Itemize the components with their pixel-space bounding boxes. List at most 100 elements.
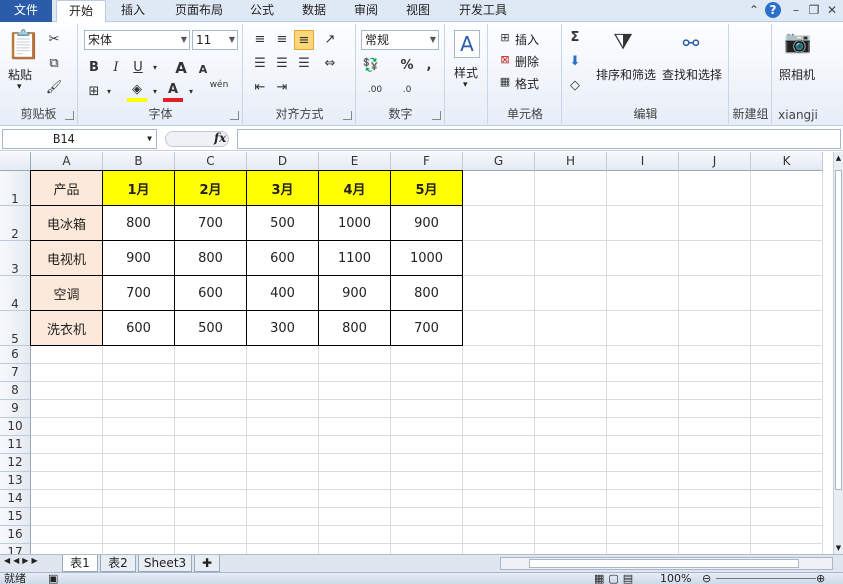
alignment-launcher-icon[interactable]	[343, 111, 352, 120]
row-header-1[interactable]: 1	[0, 171, 31, 206]
shrink-font-button[interactable]: A	[193, 60, 213, 80]
cell-d8[interactable]	[247, 382, 319, 400]
cell-h10[interactable]	[535, 418, 607, 436]
sheet-tab-1[interactable]: 表1	[62, 555, 98, 572]
copy-icon[interactable]: ⧉	[44, 54, 64, 74]
cell-i15[interactable]	[607, 508, 679, 526]
camera-button[interactable]: 照相机	[779, 66, 815, 83]
cell-i3[interactable]	[607, 241, 679, 276]
cell-j3[interactable]	[679, 241, 751, 276]
cell-k2[interactable]	[751, 206, 823, 241]
cell-j2[interactable]	[679, 206, 751, 241]
name-box[interactable]: B14 ▼	[2, 129, 157, 149]
cell-j9[interactable]	[679, 400, 751, 418]
macro-record-icon[interactable]: ▣	[48, 573, 58, 584]
borders-dropdown-icon[interactable]: ▾	[99, 82, 119, 102]
cell-b17[interactable]	[103, 544, 175, 554]
row-header-17[interactable]: 17	[0, 544, 31, 554]
vertical-scrollbar[interactable]: ▲ ▼	[833, 152, 843, 554]
cell-a11[interactable]	[31, 436, 103, 454]
cell-d7[interactable]	[247, 364, 319, 382]
tab-data[interactable]: 数据	[292, 0, 336, 22]
styles-button[interactable]: 样式	[454, 64, 478, 81]
font-color-icon[interactable]: A	[163, 80, 183, 102]
cell-k6[interactable]	[751, 346, 823, 364]
cell-d10[interactable]	[247, 418, 319, 436]
cell-b12[interactable]	[103, 454, 175, 472]
cell-d9[interactable]	[247, 400, 319, 418]
row-header-13[interactable]: 13	[0, 472, 31, 490]
cell-e15[interactable]	[319, 508, 391, 526]
cell-g14[interactable]	[463, 490, 535, 508]
cell-h5[interactable]	[535, 311, 607, 346]
cell-g2[interactable]	[463, 206, 535, 241]
cell-g1[interactable]	[463, 171, 535, 206]
cell-k13[interactable]	[751, 472, 823, 490]
orientation-icon[interactable]: ↗	[320, 30, 340, 50]
fill-icon[interactable]: ⬇	[565, 52, 585, 72]
cell-j11[interactable]	[679, 436, 751, 454]
cell-h13[interactable]	[535, 472, 607, 490]
cell-a4[interactable]: 空调	[30, 275, 103, 311]
cell-g15[interactable]	[463, 508, 535, 526]
cell-g8[interactable]	[463, 382, 535, 400]
column-header-g[interactable]: G	[463, 152, 535, 171]
cell-f13[interactable]	[391, 472, 463, 490]
cell-e2[interactable]: 1000	[318, 205, 391, 241]
increase-decimal-button[interactable]: .00	[361, 80, 389, 100]
tab-formulas[interactable]: 公式	[240, 0, 284, 22]
file-tab[interactable]: 文件	[0, 0, 52, 22]
cell-i14[interactable]	[607, 490, 679, 508]
cell-h1[interactable]	[535, 171, 607, 206]
cell-k4[interactable]	[751, 276, 823, 311]
cell-i9[interactable]	[607, 400, 679, 418]
row-header-8[interactable]: 8	[0, 382, 31, 400]
cell-d6[interactable]	[247, 346, 319, 364]
cell-b7[interactable]	[103, 364, 175, 382]
cell-d1[interactable]: 3月	[246, 170, 319, 206]
cell-g11[interactable]	[463, 436, 535, 454]
cell-i10[interactable]	[607, 418, 679, 436]
sheet-tab-2[interactable]: 表2	[100, 555, 136, 572]
row-header-12[interactable]: 12	[0, 454, 31, 472]
italic-button[interactable]: I	[106, 58, 126, 78]
close-icon[interactable]: ✕	[823, 2, 841, 20]
sort-filter-button[interactable]: 排序和筛选	[596, 66, 656, 83]
cell-c16[interactable]	[175, 526, 247, 544]
increase-indent-icon[interactable]: ⇥	[272, 78, 292, 98]
cell-a12[interactable]	[31, 454, 103, 472]
tab-review[interactable]: 审阅	[344, 0, 388, 22]
cell-f6[interactable]	[391, 346, 463, 364]
scroll-up-icon[interactable]: ▲	[834, 154, 843, 162]
cell-h4[interactable]	[535, 276, 607, 311]
cell-j6[interactable]	[679, 346, 751, 364]
cell-a10[interactable]	[31, 418, 103, 436]
cell-c9[interactable]	[175, 400, 247, 418]
cell-e13[interactable]	[319, 472, 391, 490]
column-header-k[interactable]: K	[751, 152, 823, 171]
cell-a6[interactable]	[31, 346, 103, 364]
binoculars-icon[interactable]: ⚯	[677, 28, 705, 60]
cell-f4[interactable]: 800	[390, 275, 463, 311]
cell-h8[interactable]	[535, 382, 607, 400]
column-header-c[interactable]: C	[175, 152, 247, 171]
cell-f11[interactable]	[391, 436, 463, 454]
cell-a2[interactable]: 电冰箱	[30, 205, 103, 241]
cell-c13[interactable]	[175, 472, 247, 490]
restore-icon[interactable]: ❐	[805, 2, 823, 20]
cell-c17[interactable]	[175, 544, 247, 554]
cell-e6[interactable]	[319, 346, 391, 364]
cell-c2[interactable]: 700	[174, 205, 247, 241]
cell-d16[interactable]	[247, 526, 319, 544]
cell-a15[interactable]	[31, 508, 103, 526]
cell-k12[interactable]	[751, 454, 823, 472]
cell-i16[interactable]	[607, 526, 679, 544]
cell-b15[interactable]	[103, 508, 175, 526]
select-all-corner[interactable]	[0, 152, 31, 171]
format-painter-icon[interactable]: 🖌	[44, 78, 64, 98]
align-top-icon[interactable]: ≡	[250, 30, 270, 50]
cell-j7[interactable]	[679, 364, 751, 382]
cell-h2[interactable]	[535, 206, 607, 241]
cell-e4[interactable]: 900	[318, 275, 391, 311]
cell-h9[interactable]	[535, 400, 607, 418]
